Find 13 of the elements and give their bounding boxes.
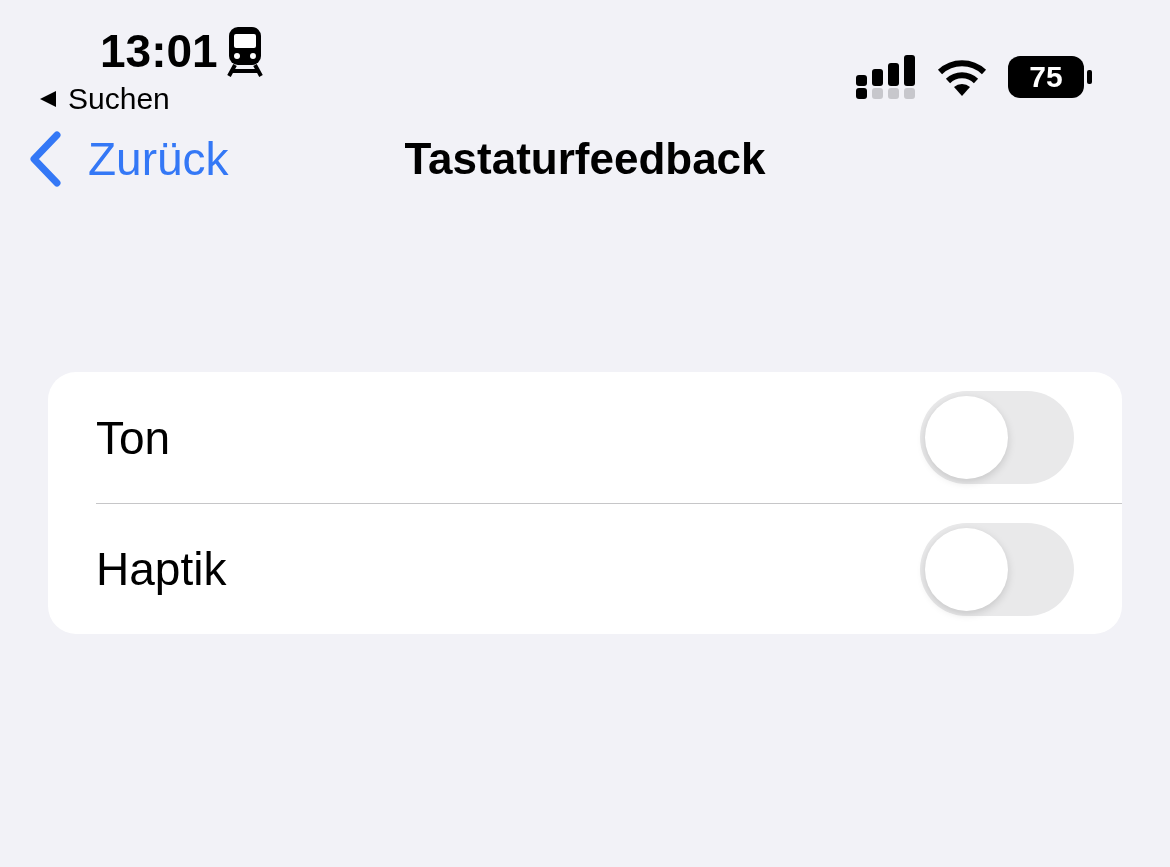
chevron-left-icon	[28, 131, 62, 187]
page-title: Tastaturfeedback	[404, 134, 766, 184]
back-to-app-link[interactable]: Suchen	[68, 82, 170, 116]
setting-label: Haptik	[96, 542, 227, 596]
clock-time: 13:01	[100, 24, 218, 78]
train-icon	[225, 25, 264, 77]
setting-label: Ton	[96, 410, 171, 465]
battery-level: 75	[1008, 56, 1084, 98]
wifi-icon	[936, 58, 988, 96]
signal-icon	[856, 55, 916, 99]
back-button[interactable]: Zurück	[28, 131, 229, 187]
back-triangle-icon	[38, 89, 58, 109]
battery-tip-icon	[1087, 70, 1092, 84]
